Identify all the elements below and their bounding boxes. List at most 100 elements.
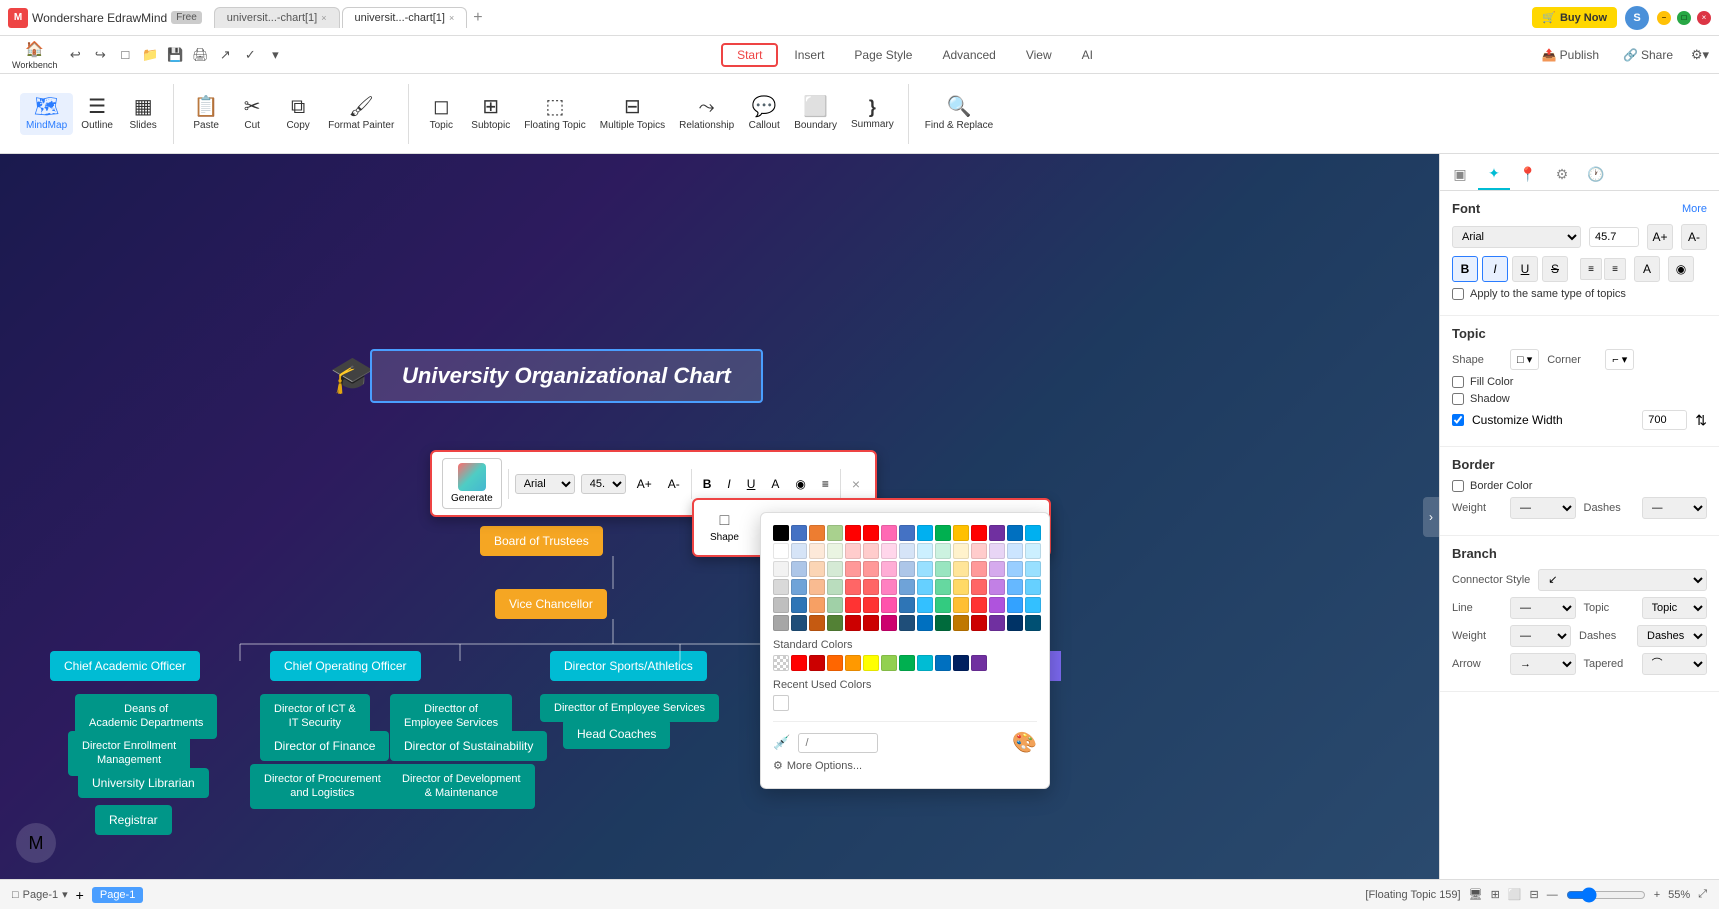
format-painter-button[interactable]: 🖌 Format Painter: [322, 93, 400, 135]
font-increase-button[interactable]: A+: [1647, 224, 1673, 250]
print-button[interactable]: 🖨: [189, 44, 211, 66]
theme-color-swatch[interactable]: [917, 579, 933, 595]
theme-color-swatch[interactable]: [971, 561, 987, 577]
font-decrease-button[interactable]: A-: [1681, 224, 1707, 250]
theme-color-swatch[interactable]: [773, 525, 789, 541]
theme-color-swatch[interactable]: [953, 561, 969, 577]
standard-color-swatch[interactable]: [863, 655, 879, 671]
shape-select[interactable]: □ ▾: [1510, 349, 1539, 370]
rp-tab-style[interactable]: ▣: [1444, 158, 1476, 190]
branch-tapered-select[interactable]: ⌒: [1642, 653, 1708, 675]
buy-now-button[interactable]: 🛒 Buy Now: [1532, 7, 1617, 28]
close-button[interactable]: ×: [1697, 11, 1711, 25]
recent-color-swatch[interactable]: [773, 695, 789, 711]
theme-color-swatch[interactable]: [773, 543, 789, 559]
slides-button[interactable]: ▦ Slides: [121, 93, 165, 135]
finance-node[interactable]: Director of Finance: [260, 731, 389, 761]
theme-color-swatch[interactable]: [1025, 525, 1041, 541]
theme-color-swatch[interactable]: [971, 525, 987, 541]
theme-color-swatch[interactable]: [953, 597, 969, 613]
theme-color-swatch[interactable]: [881, 525, 897, 541]
paste-button[interactable]: 📋 Paste: [184, 93, 228, 135]
theme-color-swatch[interactable]: [1007, 597, 1023, 613]
theme-color-swatch[interactable]: [791, 597, 807, 613]
ft-font-color-button[interactable]: A: [766, 474, 784, 494]
theme-color-swatch[interactable]: [989, 561, 1005, 577]
theme-color-swatch[interactable]: [1007, 525, 1023, 541]
chief-academic-officer-node[interactable]: Chief Academic Officer: [50, 651, 200, 681]
multiple-topics-button[interactable]: ⊟ Multiple Topics: [594, 93, 671, 135]
menu-tab-page-style[interactable]: Page Style: [840, 43, 926, 67]
librarian-node[interactable]: University Librarian: [78, 768, 209, 798]
corner-select[interactable]: ⌐ ▾: [1605, 349, 1634, 370]
connector-style-select[interactable]: ↙: [1538, 569, 1707, 591]
theme-color-swatch[interactable]: [899, 597, 915, 613]
menu-tab-insert[interactable]: Insert: [780, 43, 838, 67]
border-color-checkbox[interactable]: [1452, 480, 1464, 492]
dcompliance-node[interactable]: Directtor of Employee Services: [540, 694, 719, 722]
standard-color-swatch[interactable]: [791, 655, 807, 671]
theme-color-swatch[interactable]: [863, 597, 879, 613]
rp-tab-clock[interactable]: 🕐: [1580, 158, 1612, 190]
ft-fill-button[interactable]: ◉: [790, 474, 810, 494]
active-page-tab[interactable]: Page-1: [92, 887, 143, 903]
theme-color-swatch[interactable]: [1025, 597, 1041, 613]
branch-weight-select[interactable]: —: [1510, 625, 1571, 647]
theme-color-swatch[interactable]: [1025, 543, 1041, 559]
theme-color-swatch[interactable]: [989, 615, 1005, 631]
eyedropper-button[interactable]: 💉: [773, 734, 790, 751]
standard-color-swatch[interactable]: [881, 655, 897, 671]
color-wheel-button[interactable]: 🎨: [1012, 730, 1037, 755]
redo-button[interactable]: ↪: [89, 44, 111, 66]
theme-color-swatch[interactable]: [881, 579, 897, 595]
theme-color-swatch[interactable]: [863, 525, 879, 541]
workbench-btn[interactable]: 🏠 Workbench: [8, 37, 61, 73]
relationship-button[interactable]: ⤳ Relationship: [673, 93, 740, 135]
rp-tab-pin[interactable]: 📍: [1512, 158, 1544, 190]
theme-color-swatch[interactable]: [809, 543, 825, 559]
italic-button[interactable]: I: [1482, 256, 1508, 282]
user-avatar[interactable]: S: [1625, 6, 1649, 30]
theme-color-swatch[interactable]: [935, 579, 951, 595]
board-of-trustees-node[interactable]: Board of Trustees: [480, 526, 603, 556]
theme-color-swatch[interactable]: [827, 525, 843, 541]
theme-color-swatch[interactable]: [827, 579, 843, 595]
theme-color-swatch[interactable]: [863, 561, 879, 577]
tab-2-close[interactable]: ×: [449, 13, 454, 23]
theme-color-swatch[interactable]: [899, 561, 915, 577]
menu-tab-advanced[interactable]: Advanced: [928, 43, 1009, 67]
font-bg-button[interactable]: ◉: [1668, 256, 1694, 282]
theme-color-swatch[interactable]: [845, 525, 861, 541]
director-sports-node[interactable]: Director Sports/Athletics: [550, 651, 707, 681]
theme-color-swatch[interactable]: [1007, 561, 1023, 577]
theme-color-swatch[interactable]: [899, 579, 915, 595]
customize-width-checkbox[interactable]: [1452, 414, 1464, 426]
sb-icon-2[interactable]: ⊞: [1491, 888, 1500, 901]
theme-color-swatch[interactable]: [971, 597, 987, 613]
share-button[interactable]: 🔗 Share: [1615, 44, 1681, 66]
ft-size-select[interactable]: 45.7: [581, 474, 626, 494]
canvas[interactable]: › 🎓 University Organizational Chart Boar…: [0, 154, 1439, 879]
standard-color-swatch[interactable]: [935, 655, 951, 671]
theme-color-swatch[interactable]: [935, 615, 951, 631]
theme-color-swatch[interactable]: [917, 525, 933, 541]
standard-color-swatch[interactable]: [971, 655, 987, 671]
tab-1-close[interactable]: ×: [321, 13, 326, 23]
fit-page-button[interactable]: ⤢: [1698, 888, 1707, 901]
theme-color-swatch[interactable]: [791, 579, 807, 595]
theme-color-swatch[interactable]: [881, 561, 897, 577]
theme-color-swatch[interactable]: [881, 615, 897, 631]
minimize-button[interactable]: −: [1657, 11, 1671, 25]
border-weight-select[interactable]: —: [1510, 497, 1576, 519]
theme-color-swatch[interactable]: [809, 597, 825, 613]
theme-color-swatch[interactable]: [863, 543, 879, 559]
theme-color-swatch[interactable]: [899, 525, 915, 541]
theme-color-swatch[interactable]: [809, 525, 825, 541]
standard-color-swatch[interactable]: [809, 655, 825, 671]
font-size-input[interactable]: [1589, 227, 1639, 247]
callout-button[interactable]: 💬 Callout: [742, 93, 786, 135]
zoom-out-icon[interactable]: —: [1547, 889, 1558, 901]
theme-color-swatch[interactable]: [1007, 579, 1023, 595]
font-family-select[interactable]: Arial: [1452, 226, 1581, 248]
theme-color-swatch[interactable]: [1025, 561, 1041, 577]
